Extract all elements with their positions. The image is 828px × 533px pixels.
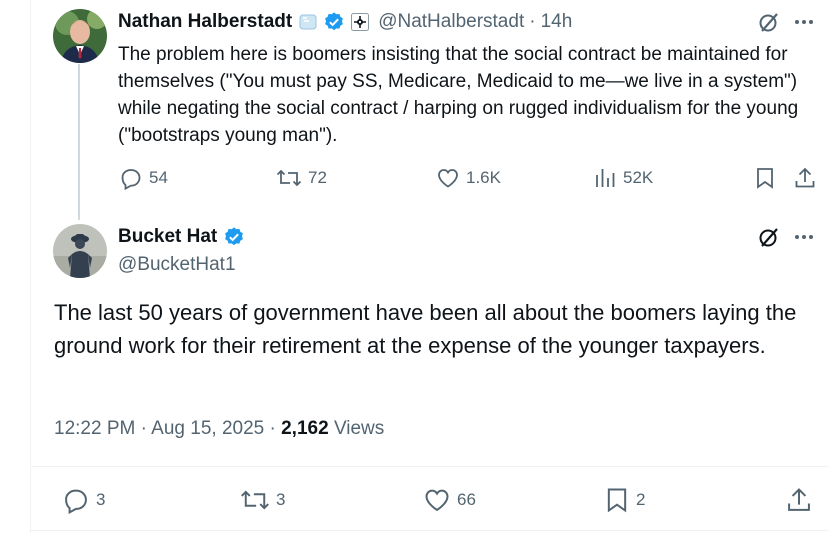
- tweet-metadata: 12:22 PM · Aug 15, 2025 · 2,162 Views: [54, 418, 384, 440]
- bookmark-icon: [757, 168, 773, 189]
- bookmark-count: 2: [636, 490, 646, 509]
- reply-button[interactable]: 54: [119, 166, 168, 190]
- like-count: 66: [457, 490, 476, 509]
- reply-to-text: The problem here is boomers insisting th…: [118, 44, 799, 146]
- repost-count: 72: [308, 168, 327, 187]
- share-button[interactable]: [785, 486, 813, 514]
- reply-count: 3: [96, 490, 106, 509]
- reply-count: 54: [149, 168, 168, 187]
- separator-dot: ·: [269, 418, 276, 439]
- share-icon: [788, 488, 810, 511]
- ice-cube-emoji-icon: [298, 12, 318, 32]
- author-name[interactable]: Bucket Hat: [118, 226, 217, 248]
- like-button[interactable]: 66: [423, 486, 476, 514]
- thread-connector-line: [78, 64, 80, 220]
- more-icon[interactable]: [793, 11, 815, 33]
- share-icon: [795, 167, 815, 188]
- more-icon[interactable]: [793, 226, 815, 248]
- grok-icon[interactable]: [757, 225, 781, 249]
- repost-count: 3: [276, 490, 286, 509]
- bookmark-button[interactable]: [754, 166, 776, 190]
- views-count: 52K: [623, 168, 654, 187]
- affiliate-badge-icon[interactable]: [350, 12, 370, 32]
- author-handle[interactable]: @NatHalberstadt: [378, 11, 524, 33]
- tweet-time[interactable]: 12:22 PM: [54, 418, 135, 439]
- tweet-time[interactable]: 14h: [541, 11, 573, 33]
- like-button[interactable]: 1.6K: [436, 166, 501, 190]
- bookmark-icon: [607, 488, 627, 513]
- author-handle[interactable]: @BucketHat1: [118, 254, 236, 276]
- repost-icon: [241, 490, 269, 510]
- avatar-nathan[interactable]: [53, 9, 107, 63]
- views-icon: [596, 169, 615, 187]
- divider: [31, 530, 828, 531]
- like-count: 1.6K: [466, 168, 501, 187]
- bookmark-button[interactable]: 2: [604, 486, 645, 514]
- reply-button[interactable]: 3: [62, 486, 105, 514]
- tweet-date[interactable]: Aug 15, 2025: [151, 418, 264, 439]
- timeline-border: [30, 0, 31, 533]
- repost-button[interactable]: 72: [276, 166, 327, 190]
- views-button[interactable]: 52K: [595, 166, 653, 190]
- separator-dot: ·: [140, 418, 147, 439]
- views-label: Views: [333, 418, 385, 439]
- divider: [31, 466, 828, 467]
- author-name[interactable]: Nathan Halberstadt: [118, 11, 292, 33]
- reply-icon: [65, 489, 87, 514]
- grok-icon[interactable]: [757, 10, 781, 34]
- repost-button[interactable]: 3: [240, 486, 285, 514]
- avatar-bucket-hat[interactable]: [53, 224, 107, 278]
- verified-icon[interactable]: [323, 11, 345, 33]
- repost-icon: [276, 169, 302, 187]
- reply-icon: [121, 169, 141, 190]
- tweet-text: The last 50 years of government have bee…: [54, 300, 797, 358]
- views-count: 2,162: [281, 418, 329, 439]
- share-button[interactable]: [793, 166, 817, 190]
- separator-dot: ·: [529, 11, 536, 32]
- like-icon: [425, 489, 449, 512]
- verified-icon[interactable]: [223, 226, 245, 248]
- like-icon: [438, 169, 458, 188]
